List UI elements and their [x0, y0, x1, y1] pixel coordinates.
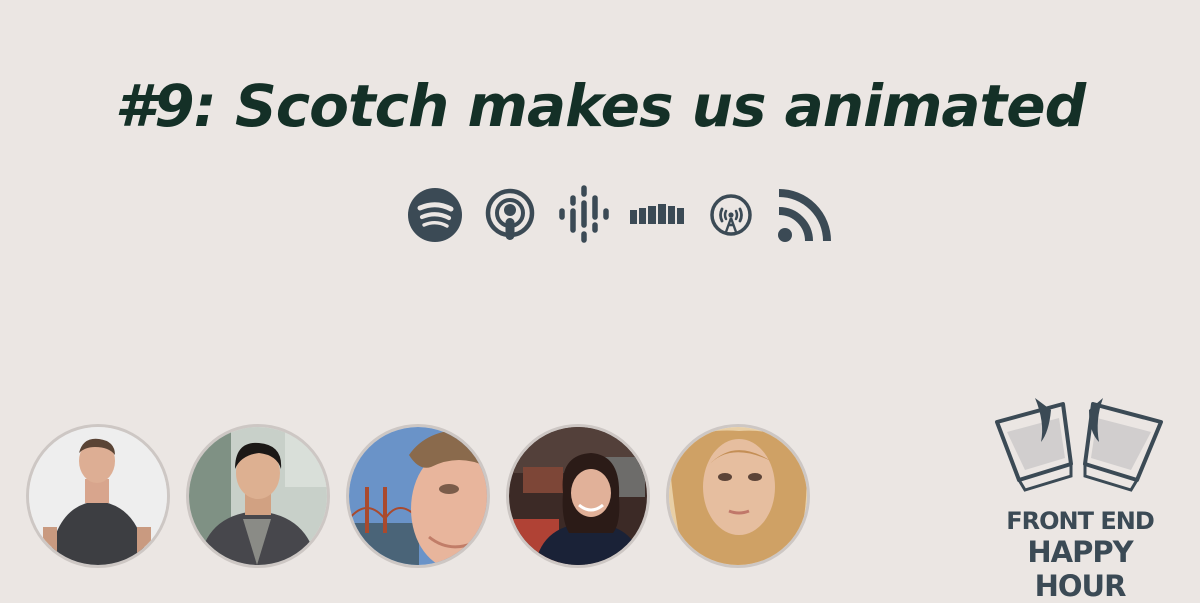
castbox-icon[interactable]	[630, 202, 686, 226]
apple-podcasts-icon[interactable]	[484, 188, 536, 242]
host-avatar-5	[666, 424, 810, 568]
host-avatar-4	[506, 424, 650, 568]
episode-title: #9: Scotch makes us animated	[114, 72, 1086, 140]
rss-feed-icon[interactable]	[777, 187, 833, 243]
clinking-glasses-icon	[995, 398, 1163, 492]
platform-icons	[404, 184, 836, 246]
spotify-icon[interactable]	[408, 188, 462, 242]
host-avatar-2	[186, 424, 330, 568]
host-avatars	[26, 424, 818, 574]
host-avatar-1	[26, 424, 170, 568]
google-podcasts-icon[interactable]	[556, 184, 612, 244]
front-end-happy-hour-logo: FRONT END HAPPY HOUR	[985, 392, 1175, 603]
logo-text-line1: FRONT END	[1006, 507, 1155, 535]
logo-text-line2: HAPPY HOUR	[1027, 535, 1133, 603]
overcast-icon[interactable]	[710, 194, 752, 236]
host-avatar-3	[346, 424, 490, 568]
